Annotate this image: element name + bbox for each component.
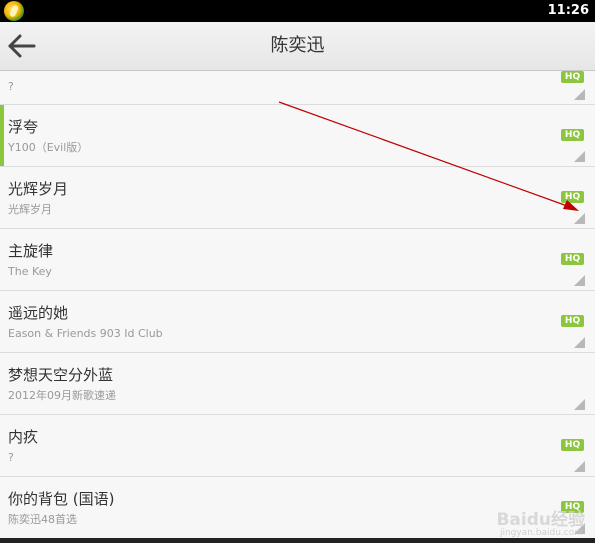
music-app-icon bbox=[4, 1, 24, 21]
hq-badge: HQ bbox=[561, 253, 584, 265]
page-title: 陈奕迅 bbox=[270, 35, 325, 56]
hq-badge: HQ bbox=[561, 129, 584, 141]
hq-badge: HQ bbox=[561, 71, 584, 83]
song-row[interactable]: 主旋律 The Key HQ bbox=[0, 229, 595, 291]
song-title: 浮夸 bbox=[8, 118, 39, 136]
song-album: Eason & Friends 903 Id Club bbox=[8, 327, 163, 340]
song-row[interactable]: 光辉岁月 光辉岁月 HQ bbox=[0, 167, 595, 229]
title-bar: 陈奕迅 bbox=[0, 22, 595, 71]
song-row[interactable]: 梦想天空分外蓝 2012年09月新歌速递 bbox=[0, 353, 595, 415]
song-menu-icon[interactable] bbox=[574, 461, 585, 472]
hq-badge: HQ bbox=[561, 191, 584, 203]
song-album: 光辉岁月 bbox=[8, 203, 52, 216]
status-time: 11:26 bbox=[547, 3, 589, 18]
bottom-edge bbox=[0, 538, 595, 543]
song-menu-icon[interactable] bbox=[574, 213, 585, 224]
baidu-watermark: Baidu经验 bbox=[496, 510, 585, 530]
song-album: Y100（Evil版） bbox=[8, 141, 89, 154]
song-title: 光辉岁月 bbox=[8, 180, 69, 198]
hq-badge: HQ bbox=[561, 315, 584, 327]
song-menu-icon[interactable] bbox=[574, 337, 585, 348]
song-album: The Key bbox=[8, 265, 52, 278]
song-title: 遥远的她 bbox=[8, 304, 69, 322]
song-album: 陈奕迅48首选 bbox=[8, 513, 77, 526]
status-bar: 11:26 bbox=[0, 0, 595, 22]
song-menu-icon[interactable] bbox=[574, 399, 585, 410]
song-album: 2012年09月新歌速递 bbox=[8, 389, 116, 402]
song-row[interactable]: 内疚 ? HQ bbox=[0, 415, 595, 477]
song-album: ? bbox=[8, 451, 14, 464]
song-title: 主旋律 bbox=[8, 242, 54, 260]
song-list[interactable]: ? HQ 浮夸 Y100（Evil版） HQ 光辉岁月 光辉岁月 HQ 主旋律 … bbox=[0, 71, 595, 539]
baidu-watermark-url: jingyan.baidu.com bbox=[499, 528, 583, 538]
song-title: 你的背包 (国语) bbox=[8, 490, 115, 508]
song-menu-icon[interactable] bbox=[574, 151, 585, 162]
song-menu-icon[interactable] bbox=[574, 89, 585, 100]
song-row[interactable]: ? HQ bbox=[0, 71, 595, 105]
hq-badge: HQ bbox=[561, 439, 584, 451]
song-menu-icon[interactable] bbox=[574, 275, 585, 286]
song-title: 内疚 bbox=[8, 428, 39, 446]
song-row[interactable]: 浮夸 Y100（Evil版） HQ bbox=[0, 105, 595, 167]
song-title: 梦想天空分外蓝 bbox=[8, 366, 114, 384]
song-album: ? bbox=[8, 80, 14, 93]
song-row[interactable]: 遥远的她 Eason & Friends 903 Id Club HQ bbox=[0, 291, 595, 353]
